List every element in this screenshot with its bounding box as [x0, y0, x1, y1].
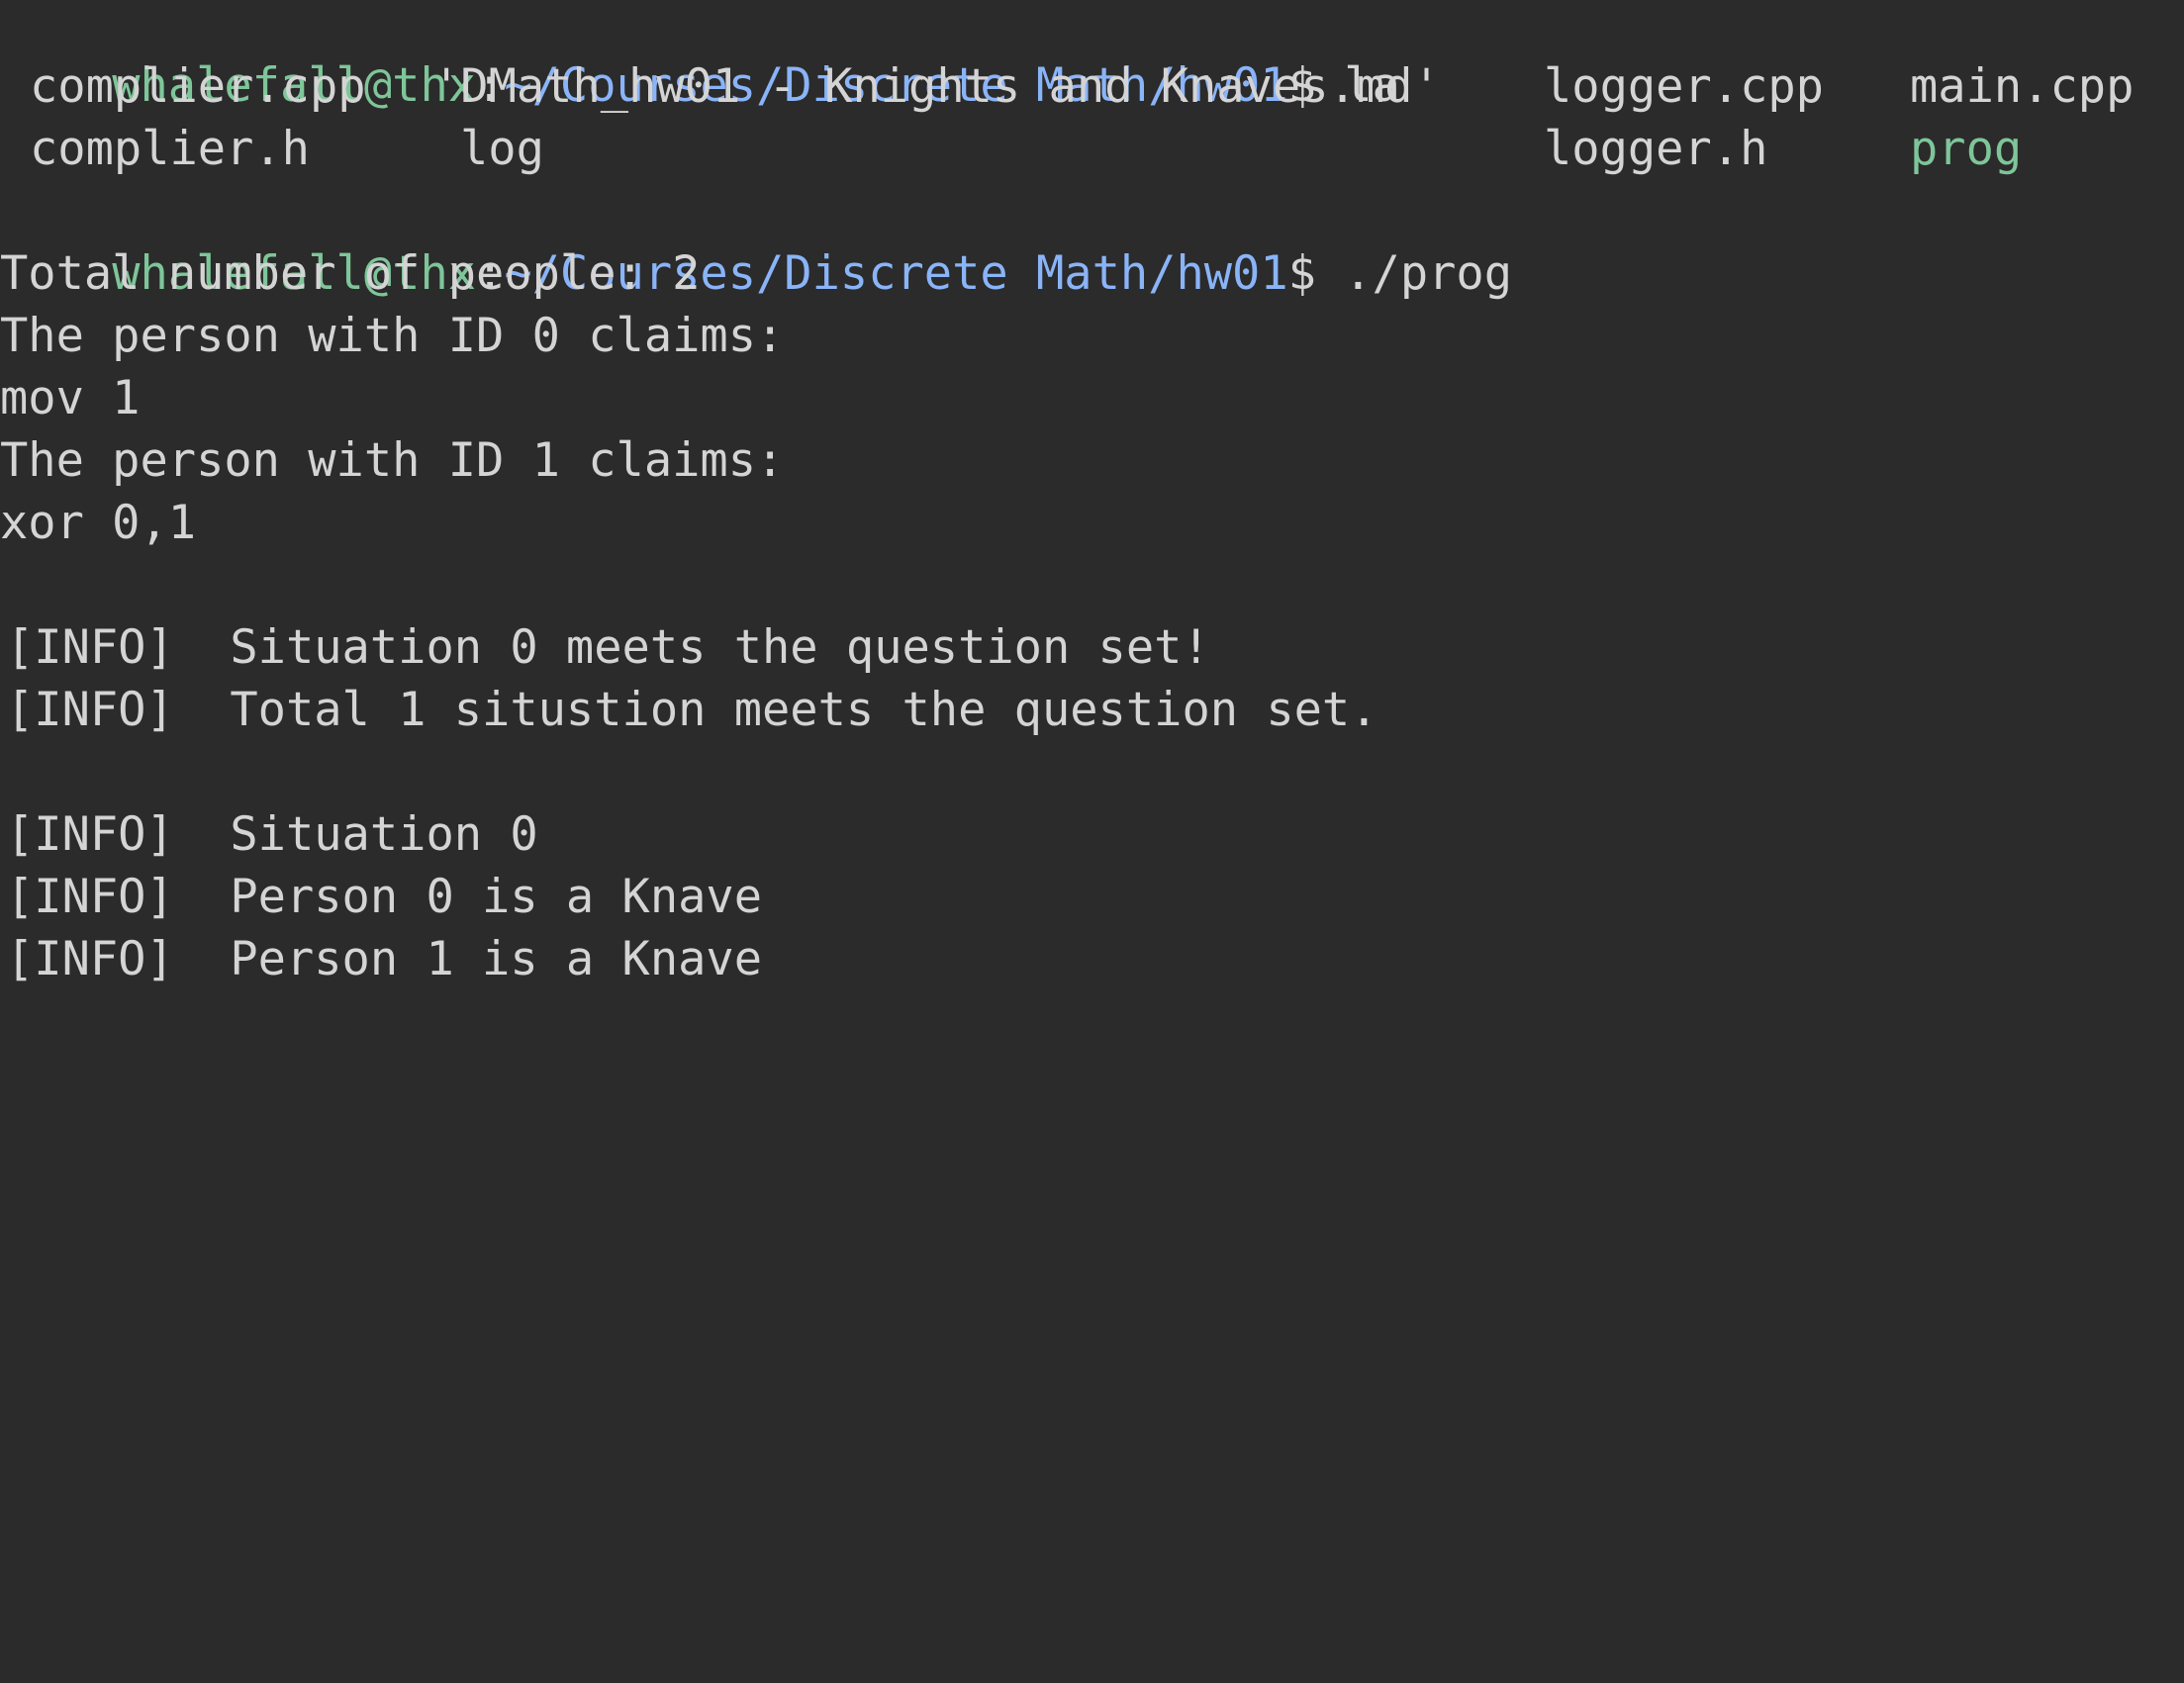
file-entry: logger.cpp: [1544, 59, 1824, 114]
info-log-line: [INFO] Situation 0 meets the question se…: [6, 620, 1210, 675]
directory-entry: log: [460, 122, 544, 176]
listing-row-1: complier.cpp 'DMath_hw01 - Knights and K…: [0, 55, 2184, 118]
file-entry: logger.h: [1544, 122, 1768, 176]
output-line: mov 1: [0, 371, 141, 425]
listing-row-2: complier.h log logger.h prog: [0, 118, 2184, 180]
output-line: Total number of people: 2: [0, 246, 701, 301]
file-entry: main.cpp: [1910, 59, 2135, 114]
prompt-line-1: whalefall@thx:~/Courses/Discrete Math/hw…: [0, 0, 1400, 113]
output-line: xor 0,1: [0, 496, 197, 550]
executable-entry: prog: [1910, 122, 2023, 176]
command-text: ./prog: [1315, 246, 1513, 301]
output-line: The person with ID 1 claims:: [0, 433, 785, 488]
file-entry: complier.h: [30, 122, 310, 176]
info-log-line: [INFO] Person 1 is a Knave: [6, 932, 763, 986]
file-entry: 'DMath_hw01 - Knights and Knaves.md': [432, 59, 1441, 114]
info-log-line: [INFO] Person 0 is a Knave: [6, 870, 763, 924]
terminal-window[interactable]: whalefall@thx:~/Courses/Discrete Math/hw…: [0, 0, 2184, 990]
file-entry: complier.cpp: [30, 59, 366, 114]
prompt-symbol: $: [1287, 246, 1316, 301]
prompt-line-2: whalefall@thx:~/Courses/Discrete Math/hw…: [0, 180, 1512, 301]
output-line: The person with ID 0 claims:: [0, 309, 785, 363]
info-log-line: [INFO] Total 1 situstion meets the quest…: [6, 683, 1378, 737]
info-log-line: [INFO] Situation 0: [6, 807, 538, 862]
